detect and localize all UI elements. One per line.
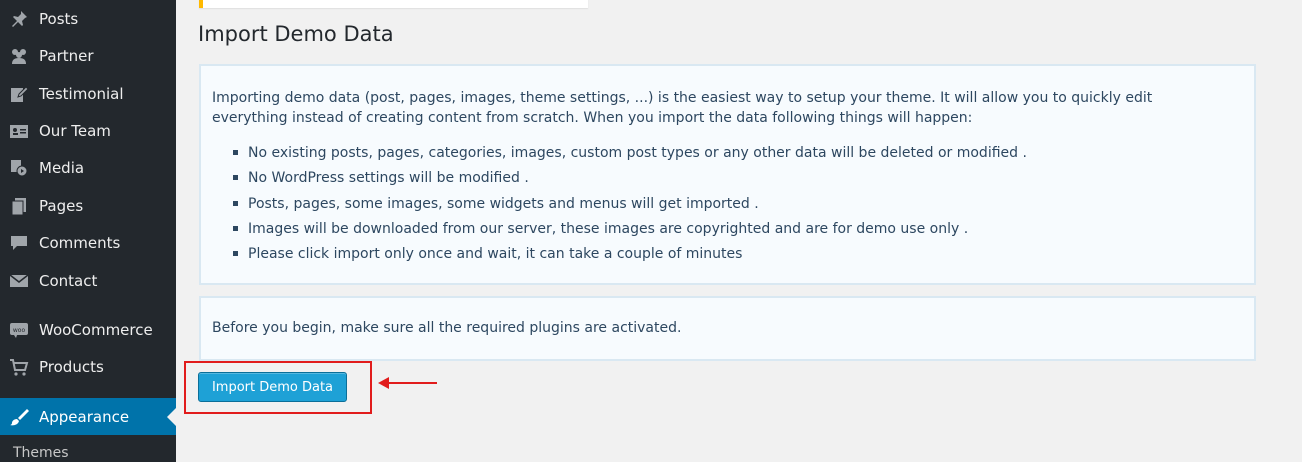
pages-icon <box>9 196 29 216</box>
paintbrush-icon <box>9 407 29 427</box>
sidebar-item-contact[interactable]: Contact <box>0 262 176 299</box>
bullet-icon <box>233 150 238 155</box>
bullet-icon <box>233 200 238 206</box>
bullet-icon <box>233 251 238 257</box>
pushpin-icon <box>9 9 29 29</box>
sidebar-item-products[interactable]: Products <box>0 348 176 385</box>
sidebar-item-comments[interactable]: Comments <box>0 224 176 261</box>
comment-icon <box>9 233 29 253</box>
id-card-icon <box>9 121 29 141</box>
list-item-text: No WordPress settings will be modified . <box>248 170 529 187</box>
sidebar-item-label: Comments <box>39 233 121 252</box>
sidebar-item-posts[interactable]: Posts <box>0 0 176 37</box>
users-icon <box>9 46 29 66</box>
sidebar-item-woocommerce[interactable]: woo WooCommerce <box>0 311 176 348</box>
sidebar-item-label: Posts <box>39 9 79 28</box>
sidebar-item-pages[interactable]: Pages <box>0 187 176 224</box>
list-item-text: No existing posts, pages, categories, im… <box>248 145 1027 161</box>
media-icon <box>9 158 29 178</box>
import-demo-data-button[interactable]: Import Demo Data <box>198 372 347 402</box>
edit-icon <box>9 84 29 104</box>
list-item: Please click import only once and wait, … <box>233 244 1027 269</box>
mail-icon <box>9 271 29 291</box>
cart-icon <box>9 357 29 377</box>
woocommerce-icon: woo <box>9 320 29 340</box>
intro-text: Importing demo data (post, pages, images… <box>212 90 1153 126</box>
sidebar-item-label: WooCommerce <box>39 320 153 339</box>
plugins-notice-text: Before you begin, make sure all the requ… <box>212 320 682 336</box>
annotation-arrow-icon <box>378 377 437 389</box>
submenu-item-themes[interactable]: Themes <box>13 445 69 461</box>
list-item-text: Images will be downloaded from our serve… <box>248 220 969 237</box>
sidebar-item-partner[interactable]: Partner <box>0 37 176 74</box>
plugins-notice-box: Before you begin, make sure all the requ… <box>199 296 1256 361</box>
list-item-text: Posts, pages, some images, some widgets … <box>248 195 759 212</box>
sidebar-item-testimonial[interactable]: Testimonial <box>0 75 176 112</box>
svg-text:woo: woo <box>13 327 26 334</box>
sidebar-item-label: Contact <box>39 271 98 290</box>
list-item: No existing posts, pages, categories, im… <box>233 143 1027 168</box>
sidebar-item-label: Pages <box>39 196 84 215</box>
sidebar-item-label: Appearance <box>39 407 130 426</box>
bullet-icon <box>233 175 238 181</box>
info-list: No existing posts, pages, categories, im… <box>233 143 1027 269</box>
sidebar-item-media[interactable]: Media <box>0 149 176 186</box>
list-item: No WordPress settings will be modified . <box>233 168 1027 193</box>
import-info-box: Importing demo data (post, pages, images… <box>199 64 1256 285</box>
list-item: Posts, pages, some images, some widgets … <box>233 194 1027 219</box>
sidebar-item-label: Media <box>39 158 85 177</box>
sidebar-item-label: Partner <box>39 46 94 65</box>
sidebar-item-label: Products <box>39 357 104 376</box>
bullet-icon <box>233 225 238 231</box>
sidebar-item-label: Testimonial <box>39 84 124 103</box>
sidebar-item-appearance[interactable]: Appearance <box>0 398 176 435</box>
sidebar-item-label: Our Team <box>39 121 111 140</box>
admin-sidebar: Posts Partner Testimonial Our Team Media… <box>0 0 176 462</box>
page-title: Import Demo Data <box>198 22 394 46</box>
admin-notice <box>199 0 588 8</box>
list-item-text: Please click import only once and wait, … <box>248 246 743 263</box>
sidebar-item-our-team[interactable]: Our Team <box>0 112 176 149</box>
list-item: Images will be downloaded from our serve… <box>233 219 1027 244</box>
